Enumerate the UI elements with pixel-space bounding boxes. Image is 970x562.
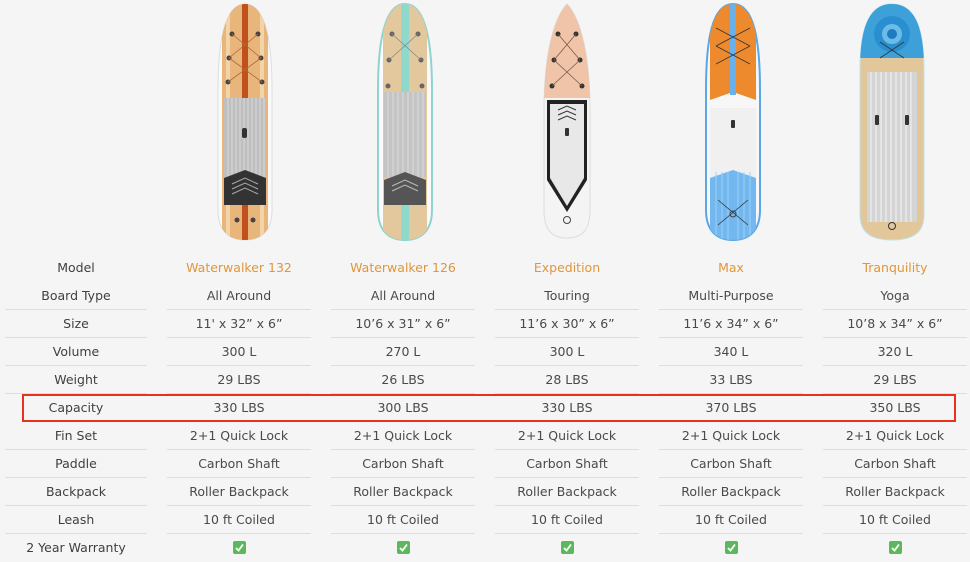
cell-value: 10 ft Coiled [659,506,803,534]
cell-value: 28 LBS [495,366,639,394]
cell-value: 270 L [331,338,475,366]
cell-value [495,534,639,562]
check-icon [396,541,410,554]
table-row-paddle: Paddle Carbon Shaft Carbon Shaft Carbon … [0,450,970,478]
cell-value: 300 L [167,338,311,366]
row-label: Capacity [48,400,104,415]
cell-value: 330 LBS [213,400,265,415]
table-row-warranty: 2 Year Warranty [0,534,970,562]
row-label: Size [5,310,147,338]
board-image-max[interactable] [651,0,815,250]
cell-value: All Around [331,282,475,310]
cell-value: 33 LBS [659,366,803,394]
cell-value: 11’6 x 34” x 6” [659,310,803,338]
board-image-tranquility[interactable] [810,0,970,250]
cell-value: 2+1 Quick Lock [167,422,311,450]
table-row-leash: Leash 10 ft Coiled 10 ft Coiled 10 ft Co… [0,506,970,534]
board-image-expedition[interactable] [485,0,649,250]
board-image-waterwalker-132[interactable] [163,0,327,250]
cell-value: All Around [167,282,311,310]
row-label: Paddle [5,450,147,478]
cell-value: 320 L [823,338,967,366]
cell-value [659,534,803,562]
cell-value: Yoga [823,282,967,310]
row-label: 2 Year Warranty [26,540,126,555]
cell-value: Carbon Shaft [659,450,803,478]
cell-value: 11' x 32” x 6” [167,310,311,338]
cell-value: 26 LBS [331,366,475,394]
cell-value: 2+1 Quick Lock [659,422,803,450]
cell-value: 11’6 x 30” x 6” [495,310,639,338]
row-label: Board Type [5,282,147,310]
cell-value [331,534,475,562]
cell-value: Roller Backpack [823,478,967,506]
cell-value: 10 ft Coiled [331,506,475,534]
cell-value: Roller Backpack [659,478,803,506]
check-icon [724,541,738,554]
cell-value [823,534,967,562]
cell-value: Carbon Shaft [331,450,475,478]
spec-comparison-table: Model Waterwalker 132 Waterwalker 126 Ex… [0,254,970,562]
row-label: Leash [5,506,147,534]
cell-value: 370 LBS [705,400,757,415]
table-row-size: Size 11' x 32” x 6” 10’6 x 31” x 6” 11’6… [0,310,970,338]
cell-value: 10 ft Coiled [167,506,311,534]
cell-value: 2+1 Quick Lock [495,422,639,450]
cell-value: 2+1 Quick Lock [331,422,475,450]
cell-value: 2+1 Quick Lock [823,422,967,450]
model-name[interactable]: Waterwalker 132 [167,254,311,282]
cell-value: Multi-Purpose [659,282,803,310]
cell-value: 10 ft Coiled [495,506,639,534]
table-row-fin-set: Fin Set 2+1 Quick Lock 2+1 Quick Lock 2+… [0,422,970,450]
table-row-backpack: Backpack Roller Backpack Roller Backpack… [0,478,970,506]
check-icon [888,541,902,554]
cell-value: 340 L [659,338,803,366]
cell-value: 29 LBS [823,366,967,394]
row-label: Fin Set [5,422,147,450]
check-icon [560,541,574,554]
cell-value: Roller Backpack [495,478,639,506]
cell-value: 10 ft Coiled [823,506,967,534]
cell-value: Carbon Shaft [167,450,311,478]
cell-value: 350 LBS [869,400,921,415]
cell-value: Roller Backpack [331,478,475,506]
table-row-capacity: Capacity 330 LBS 300 LBS 330 LBS 370 LBS… [0,394,970,422]
table-row-volume: Volume 300 L 270 L 300 L 340 L 320 L [0,338,970,366]
board-images [0,0,970,250]
cell-value: Carbon Shaft [823,450,967,478]
cell-value: 10’6 x 31” x 6” [331,310,475,338]
cell-value [167,534,311,562]
cell-value: Roller Backpack [167,478,311,506]
model-name[interactable]: Waterwalker 126 [331,254,475,282]
model-name[interactable]: Max [659,254,803,282]
cell-value: Carbon Shaft [495,450,639,478]
table-row-board-type: Board Type All Around All Around Touring… [0,282,970,310]
cell-value: 10’8 x 34” x 6” [823,310,967,338]
row-label: Model [57,260,95,275]
cell-value: Touring [495,282,639,310]
cell-value: 300 L [495,338,639,366]
table-row-model: Model Waterwalker 132 Waterwalker 126 Ex… [0,254,970,282]
table-row-weight: Weight 29 LBS 26 LBS 28 LBS 33 LBS 29 LB… [0,366,970,394]
cell-value: 29 LBS [167,366,311,394]
board-image-waterwalker-126[interactable] [323,0,487,250]
row-label: Backpack [5,478,147,506]
cell-value: 330 LBS [541,400,593,415]
model-name[interactable]: Tranquility [823,254,967,282]
row-label: Weight [5,366,147,394]
model-name[interactable]: Expedition [495,254,639,282]
check-icon [232,541,246,554]
cell-value: 300 LBS [377,400,429,415]
row-label: Volume [5,338,147,366]
